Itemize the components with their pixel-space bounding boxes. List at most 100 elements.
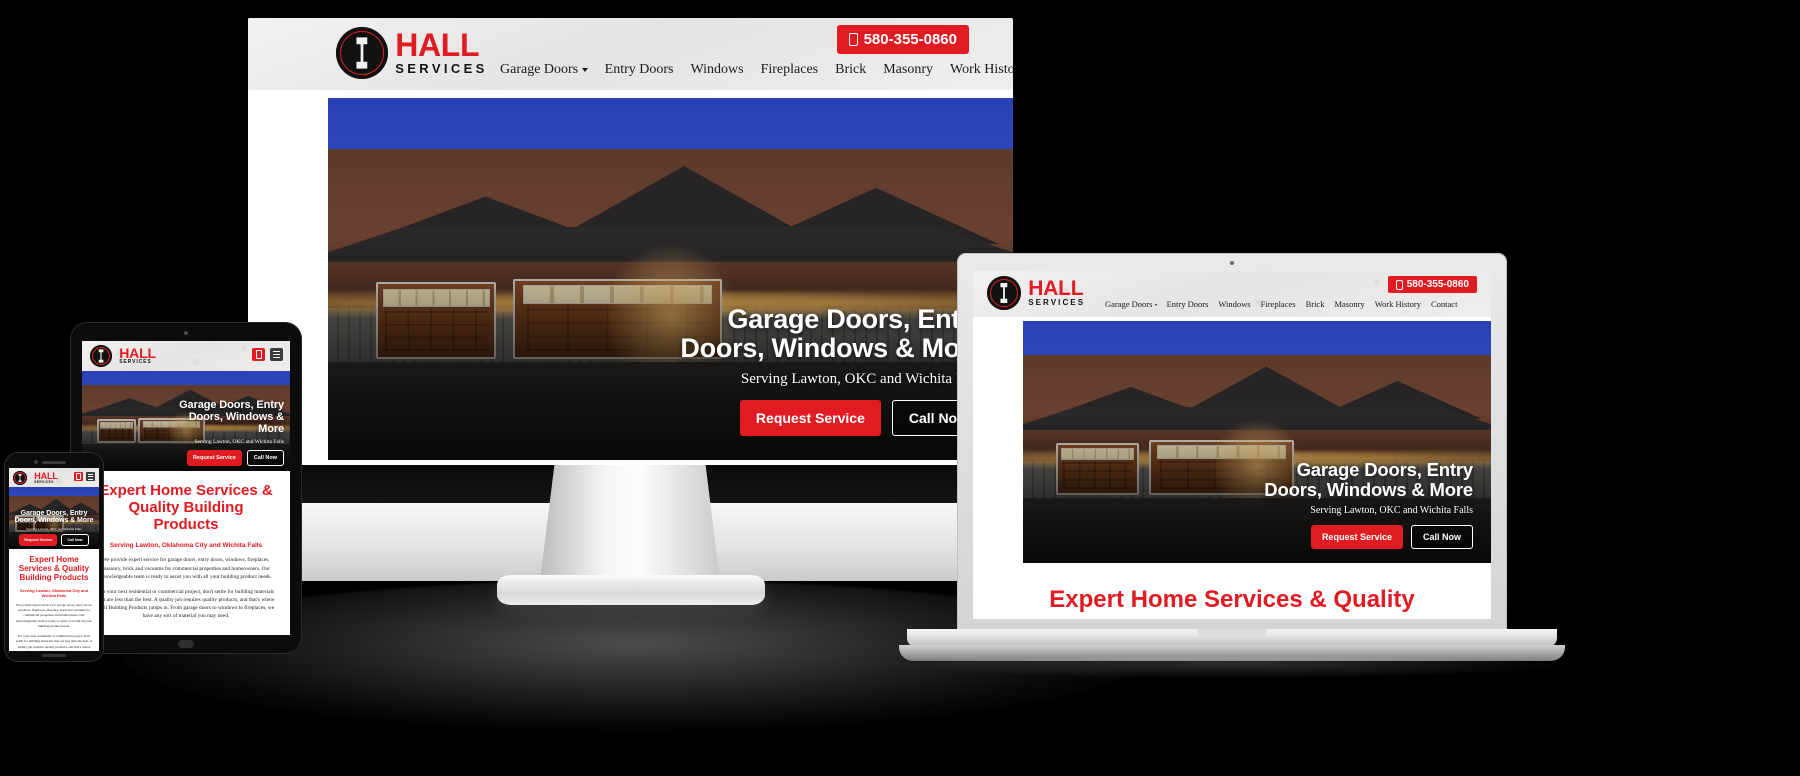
header-phone-button-desktop[interactable]: 580-355-0860 bbox=[837, 25, 969, 54]
call-now-button[interactable]: Call Now bbox=[61, 534, 89, 546]
hall-logo-icon bbox=[336, 27, 388, 79]
hero-cta-group: Request Service Call Now bbox=[665, 400, 985, 436]
hero-content-laptop: Garage Doors, Entry Doors, Windows & Mor… bbox=[1248, 460, 1473, 549]
brand-logo-mobile[interactable]: HALL SERVICES bbox=[13, 471, 58, 485]
smartphone-device: HALL SERVICES Garage Doors, Entry Doors,… bbox=[4, 452, 104, 662]
section-paragraph-1: We provide expert service for garage doo… bbox=[100, 557, 272, 580]
intro-section-tablet: Expert Home Services & Quality Building … bbox=[82, 471, 290, 621]
section-heading: Expert Home Services & Quality Building … bbox=[18, 555, 90, 582]
tablet-header-actions[interactable] bbox=[252, 348, 283, 361]
request-service-button[interactable]: Request Service bbox=[186, 450, 242, 466]
request-service-button[interactable]: Request Service bbox=[739, 400, 881, 436]
tablet-camera-icon bbox=[184, 331, 188, 335]
phone-screen: HALL SERVICES Garage Doors, Entry Doors,… bbox=[9, 468, 99, 651]
hero-headline: Garage Doors, Entry Doors, Windows & Mor… bbox=[14, 509, 94, 525]
website-laptop: HALL SERVICES 580-355-0860 Garage Doors … bbox=[973, 271, 1491, 619]
hamburger-icon[interactable] bbox=[270, 348, 283, 361]
intro-section-laptop: Expert Home Services & Quality bbox=[973, 563, 1491, 614]
laptop-screen: HALL SERVICES 580-355-0860 Garage Doors … bbox=[973, 271, 1491, 619]
nav-item-garage-doors[interactable]: Garage Doors bbox=[500, 62, 588, 78]
section-paragraph-2: For your next residential or commercial … bbox=[15, 634, 93, 651]
nav-item-entry-doors[interactable]: Entry Doors bbox=[605, 62, 674, 78]
phone-earpiece-icon bbox=[42, 461, 66, 464]
brand-logo-tablet[interactable]: HALL SERVICES bbox=[90, 345, 156, 367]
site-header-tablet: HALL SERVICES bbox=[82, 341, 290, 371]
hall-logo-icon bbox=[13, 471, 27, 485]
nav-item-windows[interactable]: Windows bbox=[690, 62, 743, 78]
hero-headline: Garage Doors, Entry Doors, Windows & Mor… bbox=[179, 399, 284, 436]
monitor-base bbox=[497, 575, 765, 605]
nav-item-fireplaces[interactable]: Fireplaces bbox=[761, 62, 819, 78]
main-navigation-desktop[interactable]: Garage Doors Entry Doors Windows Firepla… bbox=[500, 62, 1013, 78]
brand-name-secondary: SERVICES bbox=[34, 479, 54, 484]
nav-item-garage-doors[interactable]: Garage Doors bbox=[1105, 299, 1157, 309]
brand-wordmark: HALL SERVICES bbox=[395, 29, 488, 76]
chevron-down-icon bbox=[581, 67, 588, 72]
monitor-neck bbox=[540, 465, 720, 581]
nav-item-brick[interactable]: Brick bbox=[1306, 299, 1325, 309]
nav-item-brick[interactable]: Brick bbox=[835, 62, 866, 78]
tablet-screen: HALL SERVICES Garage Doors, Entry Doors,… bbox=[82, 341, 290, 635]
request-service-button[interactable]: Request Service bbox=[1310, 525, 1403, 549]
brand-name-secondary: SERVICES bbox=[395, 60, 488, 76]
header-phone-button-laptop[interactable]: 580-355-0860 bbox=[1388, 276, 1477, 293]
laptop-camera-icon bbox=[1230, 261, 1234, 265]
brand-name-secondary: SERVICES bbox=[119, 359, 152, 366]
responsive-device-mockup: HALL SERVICES 580-355-0860 Garage Doors … bbox=[0, 0, 1800, 776]
hero-banner-desktop: Garage Doors, Entry Doors, Windows & Mor… bbox=[328, 98, 1013, 460]
site-header-mobile: HALL SERVICES bbox=[9, 468, 99, 487]
section-paragraph-2: For your next residential or commercial … bbox=[97, 588, 275, 620]
nav-item-entry-doors[interactable]: Entry Doors bbox=[1167, 299, 1209, 309]
nav-item-masonry[interactable]: Masonry bbox=[1334, 299, 1364, 309]
mobile-phone-icon[interactable] bbox=[252, 348, 265, 361]
call-now-button[interactable]: Call Now bbox=[246, 450, 284, 466]
hamburger-icon[interactable] bbox=[86, 472, 95, 481]
section-paragraph-1: We provide expert service for garage doo… bbox=[15, 602, 93, 628]
website-tablet: HALL SERVICES Garage Doors, Entry Doors,… bbox=[82, 341, 290, 635]
website-mobile: HALL SERVICES Garage Doors, Entry Doors,… bbox=[9, 468, 99, 651]
nav-item-work-history[interactable]: Work History bbox=[1375, 299, 1421, 309]
hall-logo-icon bbox=[987, 276, 1021, 310]
desktop-monitor-screen: HALL SERVICES 580-355-0860 Garage Doors … bbox=[248, 18, 1013, 465]
section-subheading: Serving Lawton, Oklahoma City and Wichit… bbox=[109, 542, 263, 550]
mobile-phone-icon[interactable] bbox=[74, 472, 83, 481]
site-header-laptop: HALL SERVICES 580-355-0860 Garage Doors … bbox=[973, 271, 1491, 317]
brand-name-primary: HALL bbox=[1028, 277, 1084, 301]
header-phone-number: 580-355-0860 bbox=[863, 31, 957, 48]
hero-content-desktop: Garage Doors, Entry Doors, Windows & Mor… bbox=[665, 303, 985, 436]
main-navigation-laptop[interactable]: Garage Doors Entry Doors Windows Firepla… bbox=[1105, 299, 1457, 309]
request-service-button[interactable]: Request Service bbox=[19, 534, 58, 546]
mobile-header-actions[interactable] bbox=[74, 472, 95, 481]
hero-subheadline: Serving Lawton, OKC and Wichita Falls bbox=[1310, 505, 1473, 516]
hero-content-mobile: Garage Doors, Entry Doors, Windows & Mor… bbox=[9, 510, 99, 546]
section-heading: Expert Home Services & Quality Building … bbox=[99, 482, 273, 533]
hero-headline: Garage Doors, Entry Doors, Windows & Mor… bbox=[680, 303, 985, 363]
nav-item-contact[interactable]: Contact bbox=[1431, 299, 1457, 309]
hero-cta-group: Request Service Call Now bbox=[9, 534, 99, 546]
chevron-down-icon bbox=[1154, 304, 1157, 307]
site-header-desktop: HALL SERVICES 580-355-0860 Garage Doors … bbox=[248, 18, 1013, 90]
brand-logo-desktop[interactable]: HALL SERVICES bbox=[336, 27, 488, 79]
hall-logo-icon bbox=[90, 345, 112, 367]
brand-wordmark: HALL SERVICES bbox=[1028, 277, 1085, 307]
hero-cta-group: Request Service Call Now bbox=[1248, 525, 1473, 549]
call-now-button[interactable]: Call Now bbox=[1410, 525, 1473, 549]
nav-item-masonry[interactable]: Masonry bbox=[883, 62, 933, 78]
nav-item-windows[interactable]: Windows bbox=[1218, 299, 1250, 309]
tablet-device: HALL SERVICES Garage Doors, Entry Doors,… bbox=[70, 322, 302, 654]
laptop-shadow bbox=[887, 657, 1577, 679]
hero-headline: Garage Doors, Entry Doors, Windows & Mor… bbox=[1264, 459, 1473, 501]
section-subheading: Serving Lawton, Oklahoma City and Wichit… bbox=[19, 587, 89, 598]
hero-content-tablet: Garage Doors, Entry Doors, Windows & Mor… bbox=[164, 399, 284, 466]
phone-camera-icon bbox=[34, 460, 38, 464]
hero-cta-group: Request Service Call Now bbox=[164, 450, 284, 466]
brand-wordmark: HALL SERVICES bbox=[119, 346, 156, 366]
section-heading: Expert Home Services & Quality bbox=[1049, 586, 1415, 613]
brand-logo-laptop[interactable]: HALL SERVICES bbox=[987, 276, 1085, 310]
laptop-lid-notch bbox=[1197, 629, 1267, 638]
nav-item-fireplaces[interactable]: Fireplaces bbox=[1261, 299, 1296, 309]
intro-section-mobile: Expert Home Services & Quality Building … bbox=[9, 549, 99, 651]
hero-banner-tablet: Garage Doors, Entry Doors, Windows & Mor… bbox=[82, 371, 290, 471]
phone-home-indicator bbox=[42, 654, 66, 657]
nav-item-work-history[interactable]: Work History bbox=[950, 62, 1013, 78]
